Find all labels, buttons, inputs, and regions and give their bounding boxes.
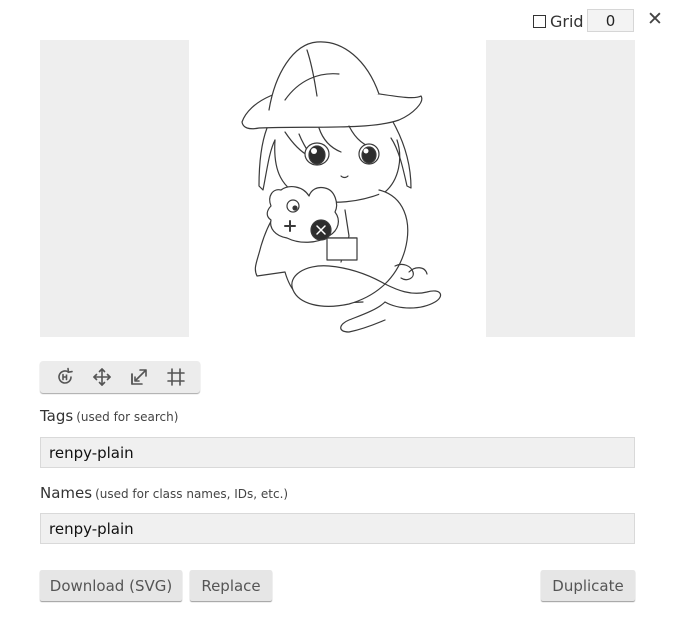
rotate-icon[interactable] [53, 365, 77, 389]
close-icon[interactable]: ✕ [645, 8, 665, 30]
icon-editor-dialog: Grid ✕ [0, 0, 674, 641]
tags-label: Tags (used for search) [40, 407, 178, 425]
renpy-mascot-image [241, 41, 442, 333]
resize-icon[interactable] [127, 365, 151, 389]
names-input[interactable] [40, 513, 635, 544]
preview-canvas [189, 40, 486, 337]
tags-label-text: Tags [40, 407, 74, 425]
tags-hint: (used for search) [76, 410, 179, 424]
preview-side-panel-right [486, 40, 635, 337]
transform-toolbar [40, 361, 200, 393]
crop-icon[interactable] [164, 365, 188, 389]
download-svg-button[interactable]: Download (SVG) [40, 570, 182, 601]
preview-side-panel-left [40, 40, 189, 337]
tags-input[interactable] [40, 437, 635, 468]
replace-button[interactable]: Replace [190, 570, 272, 601]
grid-size-input[interactable] [587, 9, 634, 32]
grid-toggle[interactable]: Grid [533, 12, 584, 31]
grid-label: Grid [550, 12, 584, 31]
grid-checkbox[interactable] [533, 15, 546, 28]
duplicate-button[interactable]: Duplicate [541, 570, 635, 601]
names-label-text: Names [40, 484, 93, 502]
names-hint: (used for class names, IDs, etc.) [95, 487, 289, 501]
names-label: Names (used for class names, IDs, etc.) [40, 484, 288, 502]
move-icon[interactable] [90, 365, 114, 389]
